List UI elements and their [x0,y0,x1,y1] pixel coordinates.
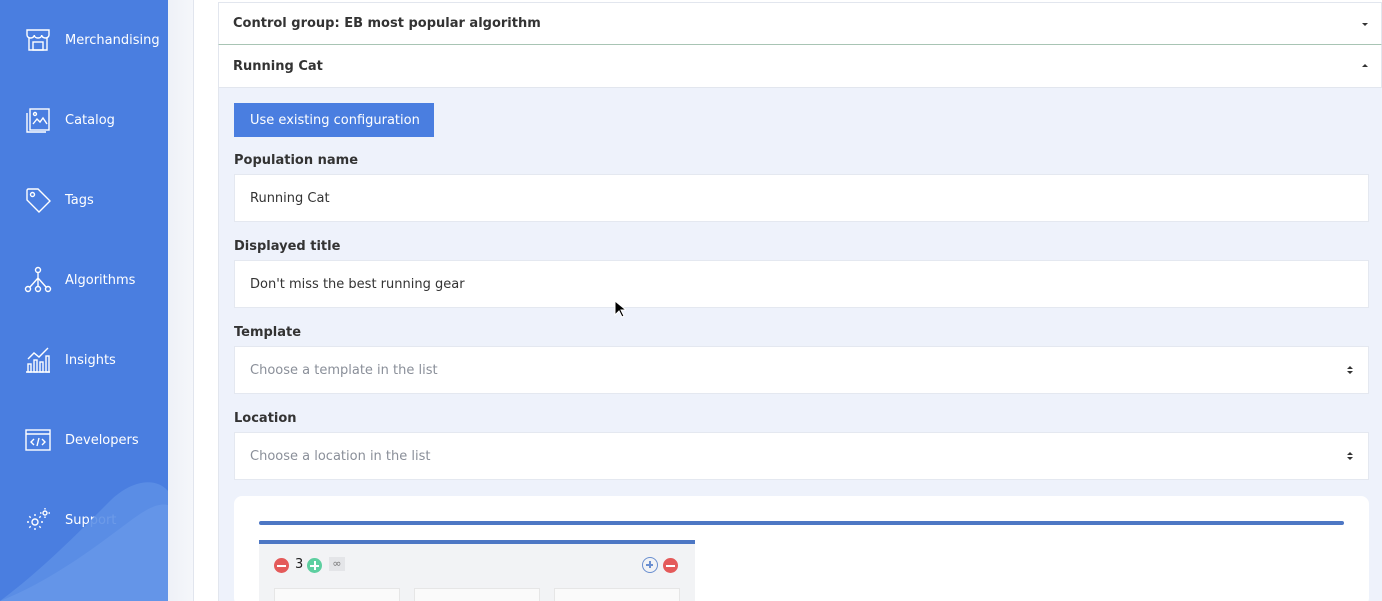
sidebar-item-label: Developers [65,432,139,448]
sidebar-item-tags[interactable]: Tags [0,180,168,220]
template-placeholder: Choose a template in the list [250,362,438,378]
preview-top-bar [259,521,1344,525]
insights-chart-icon [24,346,52,374]
code-icon [24,426,52,454]
sidebar-item-catalog[interactable]: Catalog [0,100,168,140]
decrease-button[interactable] [274,558,289,573]
preview-widget: 3 ∞ [259,540,695,601]
tag-icon [24,186,52,214]
sidebar-item-developers[interactable]: Developers [0,420,168,460]
sidebar-item-label: Catalog [65,112,115,128]
infinity-toggle[interactable]: ∞ [329,557,345,571]
sidebar-item-merchandising[interactable]: Merchandising [0,20,168,60]
population-name-label: Population name [234,153,359,168]
increase-button[interactable] [307,558,322,573]
population-name-input[interactable]: Running Cat [234,174,1369,222]
preview-card: 3 ∞ [234,496,1369,601]
accordion-control-group[interactable]: Control group: EB most popular algorithm [218,2,1382,45]
catalog-icon [24,106,52,134]
location-select[interactable]: Choose a location in the list [234,432,1369,480]
location-placeholder: Choose a location in the list [250,448,431,464]
accordion-title: Running Cat [233,58,323,74]
item-count: 3 [295,557,304,572]
accordion-title: Control group: EB most popular algorithm [233,16,541,31]
population-name-value: Running Cat [250,190,330,206]
displayed-title-input[interactable]: Don't miss the best running gear [234,260,1369,308]
select-arrows-icon [1347,452,1353,460]
sidebar-decoration [0,482,168,601]
sidebar-item-label: Merchandising [65,32,160,48]
mouse-cursor-icon [614,300,626,318]
template-select[interactable]: Choose a template in the list [234,346,1369,394]
chevron-down-icon [1362,22,1368,26]
gutter [168,0,194,601]
add-circle-icon[interactable] [642,557,658,573]
preview-slot [274,588,400,601]
sidebar-item-label: Algorithms [65,272,136,288]
sidebar: Merchandising Catalog Tags Algorithms In… [0,0,168,601]
preview-slot [554,588,680,601]
displayed-title-value: Don't miss the best running gear [250,276,465,292]
use-existing-configuration-button[interactable]: Use existing configuration [234,103,434,137]
algorithm-tree-icon [24,266,52,294]
sidebar-item-label: Insights [65,352,116,368]
select-arrows-icon [1347,366,1353,374]
storefront-icon [24,26,52,54]
sidebar-item-algorithms[interactable]: Algorithms [0,260,168,300]
accordion-running-cat[interactable]: Running Cat [218,45,1382,88]
chevron-up-icon [1362,64,1368,67]
sidebar-item-label: Tags [65,192,94,208]
displayed-title-label: Displayed title [234,239,341,254]
preview-slot [414,588,540,601]
sidebar-item-insights[interactable]: Insights [0,340,168,380]
template-label: Template [234,325,302,340]
remove-button[interactable] [663,558,678,573]
location-label: Location [234,411,297,426]
